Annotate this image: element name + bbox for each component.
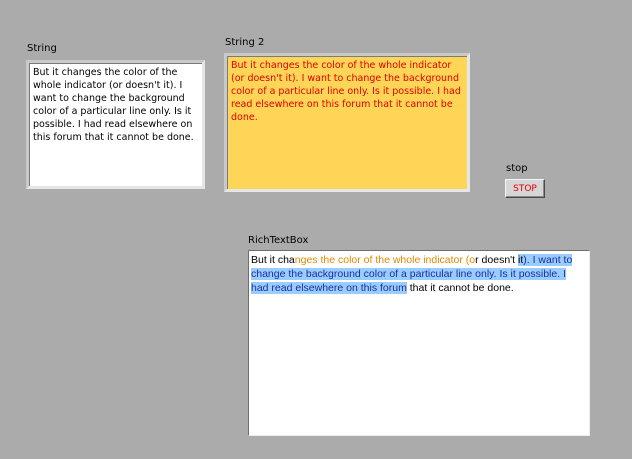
stop-button[interactable]: STOP [505,179,545,198]
rtb-segment-plain-start: But it cha [251,254,295,266]
string-label: String [27,43,57,54]
string2-indicator-field: But it changes the color of the whole in… [227,56,467,189]
string-indicator[interactable]: But it changes the color of the whole in… [26,60,205,189]
rtb-segment-plain-mid: r doesn't [475,254,519,266]
string2-label: String 2 [225,37,265,48]
richtextbox-text: But it changes the color of the whole in… [251,253,585,295]
string-indicator-field: But it changes the color of the whole in… [29,63,202,186]
rtb-segment-plain-end: that it cannot be done. [406,282,514,294]
stop-button-label: STOP [513,183,537,194]
richtextbox-label: RichTextBox [248,235,309,246]
string-text: But it changes the color of the whole in… [33,67,194,143]
rtb-segment-orange: nges the color of the whole indicator (o [294,254,476,266]
stop-label: stop [506,163,528,174]
string2-text: But it changes the color of the whole in… [231,60,461,123]
richtextbox[interactable]: But it changes the color of the whole in… [248,250,590,436]
string2-indicator[interactable]: But it changes the color of the whole in… [224,53,470,192]
